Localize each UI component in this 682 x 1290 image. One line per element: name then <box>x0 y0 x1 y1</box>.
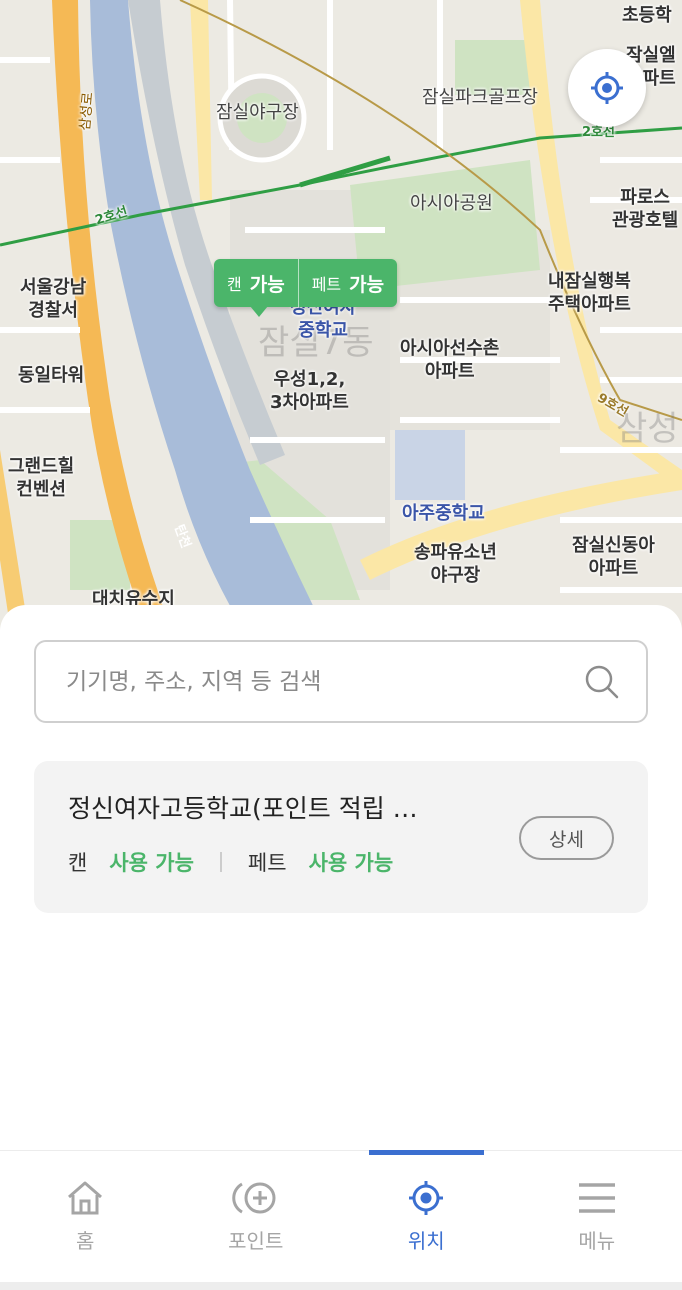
marker-can: 캔 가능 <box>214 259 298 307</box>
system-nav-strip <box>0 1282 682 1290</box>
map-label-songpa: 송파유소년 야구장 <box>414 542 497 586</box>
tab-home[interactable]: 홈 <box>0 1151 171 1282</box>
map-label-samsung-road: 삼성로 <box>77 91 97 132</box>
can-label: 캔 <box>68 851 88 875</box>
availability-row: 캔 사용 가능 페트 사용 가능 <box>68 847 393 877</box>
search-input[interactable] <box>66 668 582 695</box>
bottom-sheet: 정신여자고등학교(포인트 적립 … 캔 사용 가능 페트 사용 가능 상세 <box>0 605 682 1153</box>
tab-location-label: 위치 <box>407 1229 445 1253</box>
map-label-ajoo: 아주중학교 <box>402 503 485 524</box>
search-bar[interactable] <box>34 640 648 723</box>
map-label-apt-woosung: 우성1,2, 3차아파트 <box>270 369 349 413</box>
map-label-dongil: 동일타워 <box>18 365 85 386</box>
location-icon <box>409 1181 444 1215</box>
bottom-tab-bar: 홈 포인트 위치 메뉴 <box>0 1150 682 1282</box>
marker-pet: 페트 가능 <box>297 259 397 307</box>
divider <box>219 852 222 872</box>
marker-tail <box>250 306 268 317</box>
menu-icon <box>578 1183 615 1213</box>
map-label-golf: 잠실파크골프장 <box>422 87 538 108</box>
map-label-jamsil-sindonga: 잠실신동아 아파트 <box>572 535 655 579</box>
pet-label: 페트 <box>247 851 287 875</box>
home-icon <box>68 1181 103 1215</box>
search-icon[interactable] <box>582 662 622 702</box>
map-label-stadium: 잠실야구장 <box>216 102 299 123</box>
tab-menu-label: 메뉴 <box>578 1229 616 1253</box>
current-location-button[interactable] <box>568 49 646 127</box>
marker-can-status: 가능 <box>249 273 285 296</box>
map-label-asia-park: 아시아공원 <box>410 193 493 214</box>
tab-menu[interactable]: 메뉴 <box>512 1151 682 1282</box>
map-view[interactable]: 잠실야구장 잠실파크골프장 2호선 2호선 아시아공원 서울강남 경찰서 동일타… <box>0 0 682 640</box>
marker-pet-label: 페트 <box>311 275 342 294</box>
map-label-paros: 파로스 관광호텔 <box>612 187 679 231</box>
map-label-asia-village: 아시아선수촌 아파트 <box>400 338 500 382</box>
can-status: 사용 가능 <box>109 851 194 875</box>
tab-location[interactable]: 위치 <box>341 1150 512 1282</box>
location-card[interactable]: 정신여자고등학교(포인트 적립 … 캔 사용 가능 페트 사용 가능 상세 <box>34 761 648 913</box>
map-label-grand: 그랜드힐 컨벤션 <box>8 456 75 500</box>
map-label-top-school: 초등학 <box>622 5 672 26</box>
point-icon <box>232 1182 276 1214</box>
map-label-samsung: 삼성 <box>616 409 679 449</box>
bin-marker[interactable]: 캔 가능 페트 가능 <box>214 259 398 317</box>
map-label-police: 서울강남 경찰서 <box>20 277 87 321</box>
tab-home-label: 홈 <box>76 1229 95 1253</box>
crosshair-icon <box>591 72 623 104</box>
detail-button[interactable]: 상세 <box>519 816 614 860</box>
pet-status: 사용 가능 <box>308 851 394 875</box>
tab-point-label: 포인트 <box>228 1229 284 1253</box>
tab-point[interactable]: 포인트 <box>171 1151 342 1282</box>
marker-can-label: 캔 <box>227 275 242 294</box>
map-label-nae-jamsil: 내잠실행복 주택아파트 <box>548 271 631 315</box>
location-title: 정신여자고등학교(포인트 적립 … <box>68 794 418 823</box>
marker-pet-status: 가능 <box>349 273 385 296</box>
